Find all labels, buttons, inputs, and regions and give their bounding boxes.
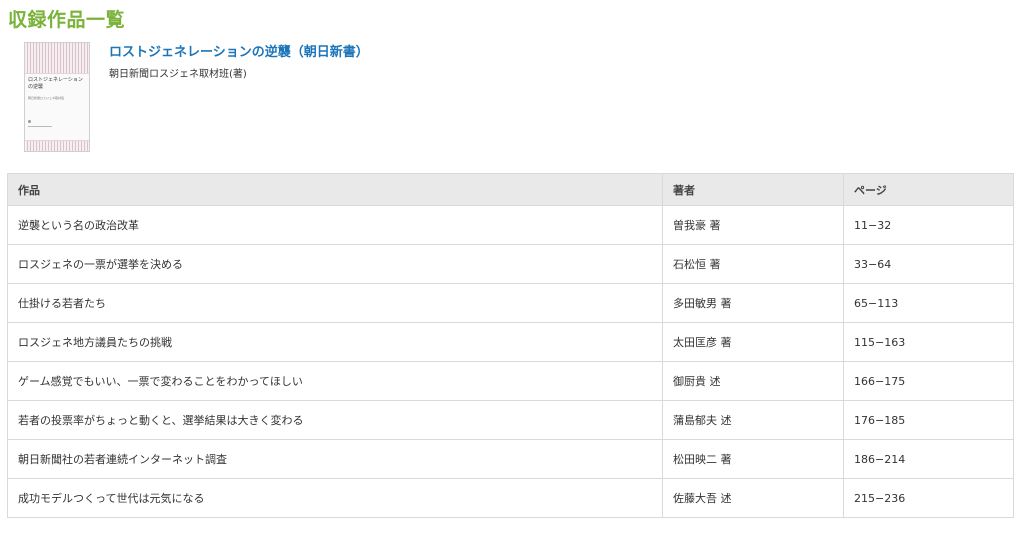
work-pages: 186−214 — [843, 439, 1014, 479]
table-row: ゲーム感覚でもいい、一票で変わることをわかってほしい 御厨貴 述 166−175 — [7, 361, 1014, 401]
table-row: ロスジェネ地方議員たちの挑戦 太田匡彦 著 115−163 — [7, 322, 1014, 362]
works-table: 作品 著者 ページ 逆襲という名の政治改革 曽我豪 著 11−32 ロスジェネの… — [7, 173, 1014, 518]
book-cover-image[interactable]: ロストジェネレーションの逆襲 朝日新聞ロスジェネ取材班 — [24, 42, 90, 152]
work-title: 仕掛ける若者たち — [7, 283, 663, 323]
table-row: 若者の投票率がちょっと動くと、選挙結果は大きく変わる 蒲島郁夫 述 176−18… — [7, 400, 1014, 440]
work-title: ゲーム感覚でもいい、一票で変わることをわかってほしい — [7, 361, 663, 401]
work-title: ロスジェネの一票が選挙を決める — [7, 244, 663, 284]
table-row: 朝日新聞社の若者連続インターネット調査 松田映二 著 186−214 — [7, 439, 1014, 479]
book-title-link[interactable]: ロストジェネレーションの逆襲（朝日新書） — [109, 44, 369, 62]
table-row: 逆襲という名の政治改革 曽我豪 著 11−32 — [7, 205, 1014, 245]
work-title: ロスジェネ地方議員たちの挑戦 — [7, 322, 663, 362]
work-author: 御厨貴 述 — [662, 361, 844, 401]
work-pages: 166−175 — [843, 361, 1014, 401]
book-author: 朝日新聞ロスジェネ取材班(著) — [109, 69, 247, 80]
work-author: 蒲島郁夫 述 — [662, 400, 844, 440]
work-title: 逆襲という名の政治改革 — [7, 205, 663, 245]
table-header-row: 作品 著者 ページ — [7, 173, 1014, 206]
work-pages: 176−185 — [843, 400, 1014, 440]
cover-subtitle: 朝日新聞ロスジェネ取材班 — [28, 96, 65, 100]
work-author: 太田匡彦 著 — [662, 322, 844, 362]
column-header-author: 著者 — [662, 173, 844, 206]
work-title: 若者の投票率がちょっと動くと、選挙結果は大きく変わる — [7, 400, 663, 440]
work-author: 多田敏男 著 — [662, 283, 844, 323]
publisher-mark-icon — [28, 120, 31, 123]
work-author: 松田映二 著 — [662, 439, 844, 479]
page-title: 収録作品一覧 — [8, 9, 126, 31]
work-pages: 65−113 — [843, 283, 1014, 323]
work-pages: 33−64 — [843, 244, 1014, 284]
work-pages: 11−32 — [843, 205, 1014, 245]
work-title: 朝日新聞社の若者連続インターネット調査 — [7, 439, 663, 479]
work-pages: 115−163 — [843, 322, 1014, 362]
cover-band: ロストジェネレーションの逆襲 朝日新聞ロスジェネ取材班 — [25, 73, 89, 141]
work-pages: 215−236 — [843, 478, 1014, 518]
work-author: 石松恒 著 — [662, 244, 844, 284]
table-row: 仕掛ける若者たち 多田敏男 著 65−113 — [7, 283, 1014, 323]
work-title: 成功モデルつくって世代は元気になる — [7, 478, 663, 518]
work-author: 佐藤大吾 述 — [662, 478, 844, 518]
table-row: 成功モデルつくって世代は元気になる 佐藤大吾 述 215−236 — [7, 478, 1014, 518]
cover-rule — [28, 126, 52, 127]
table-row: ロスジェネの一票が選挙を決める 石松恒 著 33−64 — [7, 244, 1014, 284]
column-header-pages: ページ — [843, 173, 1014, 206]
cover-title: ロストジェネレーションの逆襲 — [28, 77, 83, 90]
column-header-work: 作品 — [7, 173, 663, 206]
work-author: 曽我豪 著 — [662, 205, 844, 245]
